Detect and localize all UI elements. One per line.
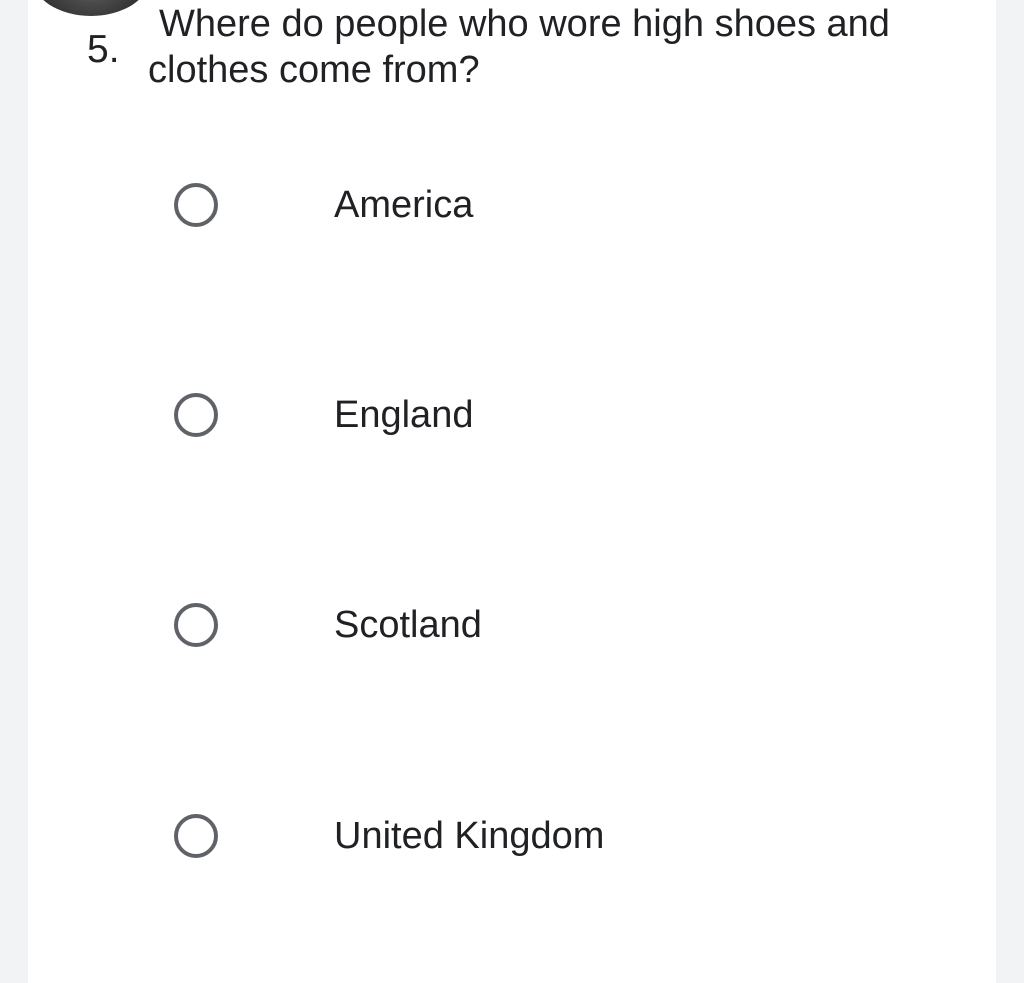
radio-button[interactable] bbox=[174, 603, 218, 647]
option-label: America bbox=[334, 184, 474, 226]
question-number: 5. bbox=[87, 28, 120, 71]
option-america[interactable]: America bbox=[172, 175, 872, 235]
option-scotland[interactable]: Scotland bbox=[172, 595, 872, 655]
radio-button[interactable] bbox=[174, 393, 218, 437]
question-text: Where do people who wore high shoes and … bbox=[148, 3, 890, 91]
option-england[interactable]: England bbox=[172, 385, 872, 445]
option-label: United Kingdom bbox=[334, 815, 605, 857]
option-united-kingdom[interactable]: United Kingdom bbox=[172, 806, 872, 866]
option-label: England bbox=[334, 394, 474, 436]
radio-button[interactable] bbox=[174, 814, 218, 858]
question-image bbox=[32, 0, 150, 16]
radio-button[interactable] bbox=[174, 183, 218, 227]
option-label: Scotland bbox=[334, 604, 482, 646]
question-card: 5. Where do people who wore high shoes a… bbox=[28, 0, 996, 983]
